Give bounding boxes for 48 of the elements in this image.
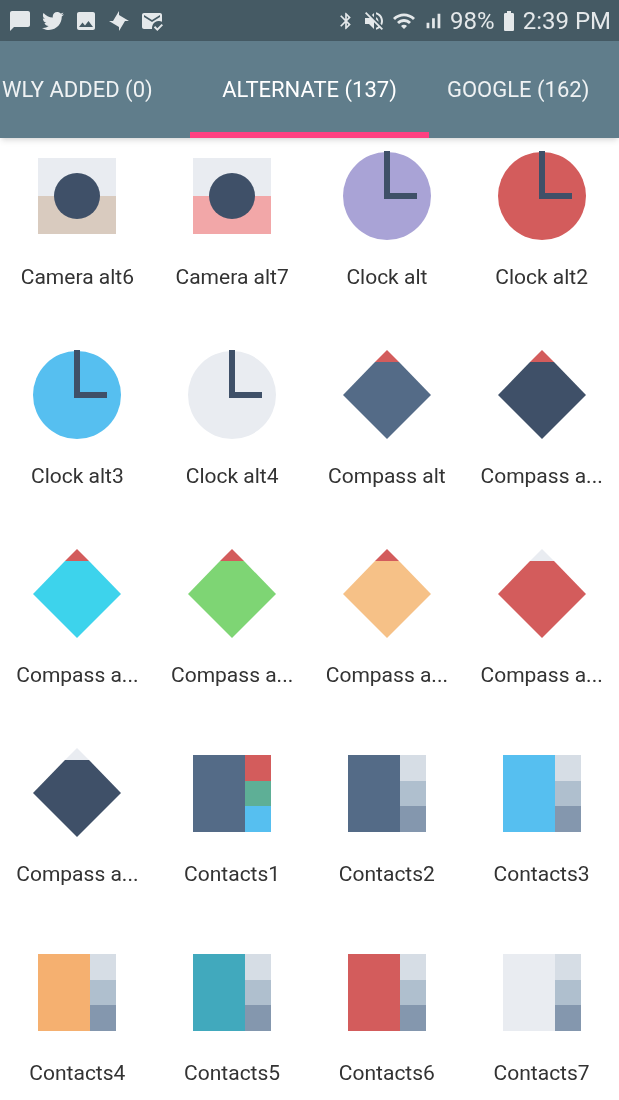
icon-label: Clock alt3 — [30, 463, 124, 490]
icon-tile[interactable]: Contacts7 — [464, 934, 619, 1100]
icon-tile[interactable]: Contacts1 — [154, 735, 310, 934]
icon-label: Contacts2 — [338, 861, 435, 888]
icon-tile[interactable]: Camera alt6 — [0, 138, 155, 337]
icon-tile[interactable]: Clock alt3 — [0, 337, 155, 536]
icon-label: Contacts1 — [184, 861, 281, 888]
icon-tile[interactable]: Compass a... — [154, 536, 310, 735]
icon-tile[interactable]: Contacts5 — [154, 934, 310, 1100]
chat-icon — [8, 8, 32, 33]
icon-label: Compass a... — [325, 662, 448, 689]
icon-tile[interactable]: Compass a... — [0, 735, 155, 934]
icon-label: Contacts5 — [184, 1060, 281, 1087]
icon-tile[interactable]: Compass alt — [309, 337, 465, 536]
icon-tile[interactable]: Clock alt4 — [154, 337, 310, 536]
icon-label: Compass a... — [171, 662, 294, 689]
icon-tile[interactable]: Contacts4 — [0, 934, 155, 1100]
icon-label: Camera alt7 — [175, 264, 289, 291]
icon-label: Contacts3 — [493, 861, 590, 888]
icon-tile[interactable]: Clock alt2 — [464, 138, 619, 337]
icon-tile[interactable]: Contacts6 — [309, 934, 465, 1100]
tab[interactable]: GOOGLE (162) — [429, 41, 619, 138]
battery-percent: 98% — [450, 5, 495, 37]
icon-tile[interactable]: Camera alt7 — [154, 138, 310, 337]
tab[interactable]: WLY ADDED (0) — [0, 41, 190, 138]
icon-tile[interactable]: Compass a... — [309, 536, 465, 735]
clock-time: 2:39 PM — [522, 5, 611, 37]
icon-label: Compass a... — [16, 662, 139, 689]
icon-label: Contacts6 — [338, 1060, 435, 1087]
icon-label: Clock alt4 — [185, 463, 279, 490]
icon-tile[interactable]: Compass a... — [464, 337, 619, 536]
icon-label: Clock alt2 — [495, 264, 589, 291]
icon-label: Compass a... — [480, 463, 603, 490]
icon-tile[interactable]: Compass a... — [0, 536, 155, 735]
icon-label: Compass alt — [328, 463, 446, 490]
tab[interactable]: ALTERNATE (137) — [190, 41, 429, 138]
bird-icon — [42, 9, 64, 32]
icon-tile[interactable]: Contacts3 — [464, 735, 619, 934]
icon-tile[interactable]: Contacts2 — [309, 735, 465, 934]
icon-label: Contacts4 — [29, 1060, 126, 1087]
icon-label: Contacts7 — [493, 1060, 590, 1087]
icon-tile[interactable]: Clock alt — [309, 138, 465, 337]
icon-label: Camera alt6 — [20, 264, 134, 291]
icon-tile[interactable]: Compass a... — [464, 536, 619, 735]
icon-label: Clock alt — [346, 264, 428, 291]
icon-label: Compass a... — [16, 861, 139, 888]
icon-label: Compass a... — [480, 662, 603, 689]
pinwheel-icon — [108, 9, 130, 32]
